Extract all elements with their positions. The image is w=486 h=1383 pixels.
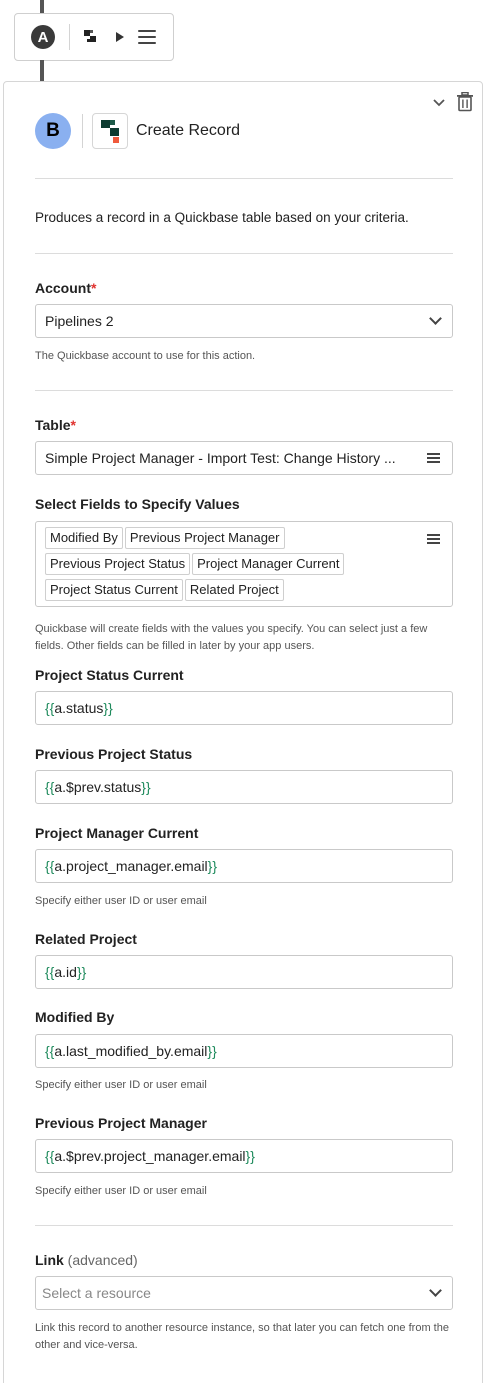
account-label: Account* [35,280,97,296]
divider [35,1225,453,1226]
divider [35,390,453,391]
account-help: The Quickbase account to use for this ac… [35,350,256,362]
related-project-input[interactable]: {{a.id}} [35,955,453,989]
link-resource-select[interactable]: Select a resource [35,1276,453,1310]
project-status-current-input[interactable]: {{a.status}} [35,691,453,725]
collapse-chevron-icon[interactable] [432,96,446,110]
step-a-card[interactable]: A [14,13,174,61]
divider [35,253,453,254]
previous-project-status-label: Previous Project Status [35,746,193,762]
project-status-current-label: Project Status Current [35,667,184,683]
link-placeholder: Select a resource [42,1285,151,1301]
account-value: Pipelines 2 [45,313,114,329]
field-chip[interactable]: Modified By [45,527,123,549]
table-select[interactable]: Simple Project Manager - Import Test: Ch… [35,441,453,475]
play-icon[interactable] [116,32,124,42]
link-label: Link (advanced) [35,1252,138,1268]
select-fields-label: Select Fields to Specify Values [35,496,240,512]
divider [69,24,70,50]
menu-icon[interactable] [138,30,156,44]
step-b-card: B Create Record Produces a record in a Q… [3,81,483,1383]
step-b-badge: B [35,113,71,149]
modified-by-input[interactable]: {{a.last_modified_by.email}} [35,1034,453,1068]
modified-by-label: Modified By [35,1009,115,1025]
flow-connector-line [40,60,44,82]
field-chip[interactable]: Related Project [184,579,284,601]
account-select[interactable]: Pipelines 2 [35,304,453,338]
field-chip[interactable]: Previous Project Manager [124,527,285,549]
step-a-badge: A [31,25,55,49]
table-value: Simple Project Manager - Import Test: Ch… [45,450,396,466]
modified-by-help: Specify either user ID or user email [35,1079,207,1091]
step-header: B Create Record [35,113,240,149]
quickbase-app-icon [84,30,96,42]
field-chip[interactable]: Previous Project Status [45,553,191,575]
select-fields-help: Quickbase will create fields with the va… [35,623,428,652]
project-manager-current-label: Project Manager Current [35,825,199,841]
divider [35,178,453,179]
previous-project-status-input[interactable]: {{a.$prev.status}} [35,770,453,804]
chevron-down-icon [429,312,442,325]
divider [82,114,83,148]
list-icon [427,453,440,463]
table-label: Table* [35,417,76,433]
step-description: Produces a record in a Quickbase table b… [35,210,409,225]
related-project-label: Related Project [35,931,137,947]
previous-project-manager-label: Previous Project Manager [35,1115,207,1131]
link-help: Link this record to another resource ins… [35,1322,449,1351]
previous-project-manager-input[interactable]: {{a.$prev.project_manager.email}} [35,1139,453,1173]
project-manager-current-input[interactable]: {{a.project_manager.email}} [35,849,453,883]
step-title: Create Record [136,122,241,139]
chevron-down-icon [429,1284,442,1297]
project-manager-current-help: Specify either user ID or user email [35,895,207,907]
chip-list: Modified By Previous Project Manager Pre… [45,527,365,601]
field-chip[interactable]: Project Manager Current [192,553,345,575]
list-icon [427,534,440,544]
previous-project-manager-help: Specify either user ID or user email [35,1185,207,1197]
fields-multiselect[interactable]: Modified By Previous Project Manager Pre… [35,521,453,607]
quickbase-app-icon [92,113,128,149]
flow-connector-line [40,0,44,14]
field-chip[interactable]: Project Status Current [45,579,183,601]
trash-icon[interactable] [456,91,474,112]
